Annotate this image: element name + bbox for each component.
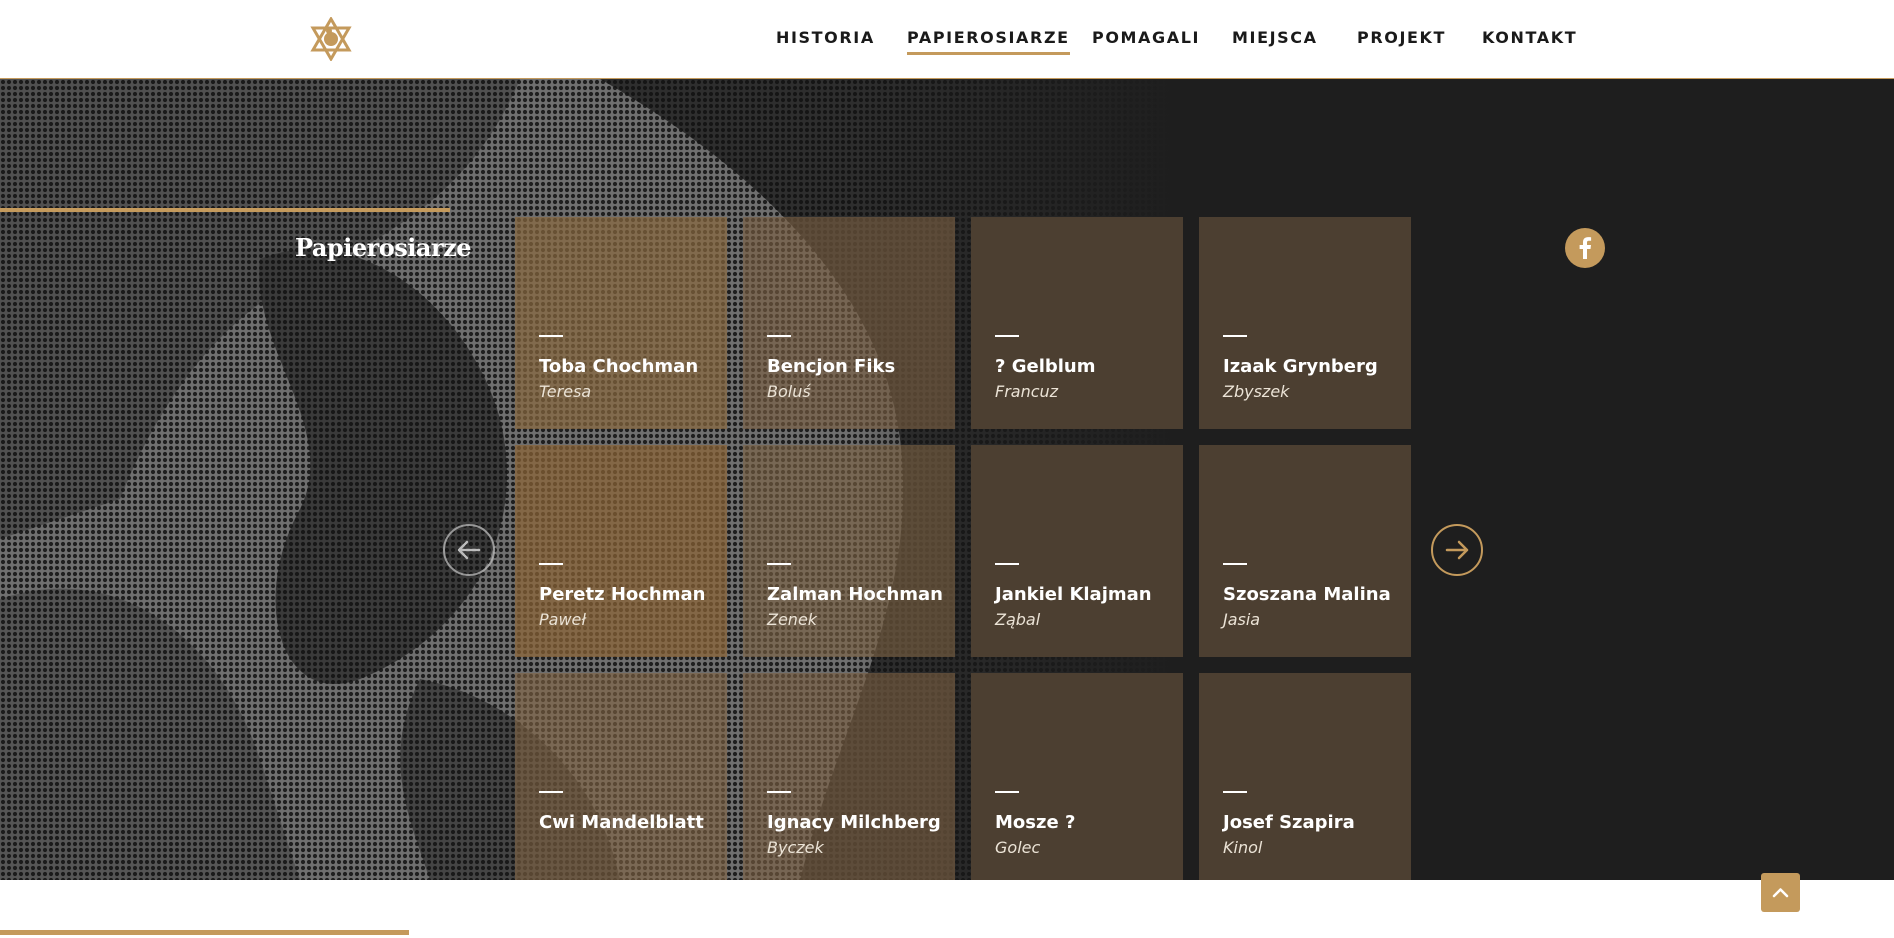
card-dash [539,335,563,337]
main-nav: HISTORIA PAPIEROSIARZE POMAGALI MIEJSCA … [0,28,1894,55]
facebook-icon[interactable] [1565,228,1605,268]
nav-miejsca[interactable]: MIEJSCA [1232,28,1318,47]
arrow-right-icon [1445,540,1469,560]
person-name: Toba Chochman [539,356,699,377]
person-name: Cwi Mandelblatt [539,812,704,833]
person-alias: Boluś [767,382,811,401]
person-alias: Francuz [995,382,1059,401]
person-name: Jankiel Klajman [995,584,1152,605]
person-card-grid: Toba Chochman Teresa Bencjon Fiks Boluś … [515,217,1413,880]
person-name: Mosze ? [995,812,1076,833]
person-name: Izaak Grynberg [1223,356,1378,377]
person-card[interactable]: ? Gelblum Francuz [971,217,1183,429]
title-accent-line [0,208,450,212]
card-dash [767,791,791,793]
nav-historia[interactable]: HISTORIA [776,28,875,47]
person-alias: Jasia [1223,610,1261,629]
person-alias: Zenek [767,610,818,629]
person-card[interactable]: Mosze ? Golec [971,673,1183,880]
back-to-top-button[interactable] [1761,873,1800,912]
card-dash [995,335,1019,337]
carousel-prev-button[interactable] [443,524,495,576]
person-alias: Zbyszek [1223,382,1290,401]
person-name: Ignacy Milchberg [767,812,941,833]
section-title: Papierosiarze [295,233,472,262]
person-card[interactable]: Cwi Mandelblatt [515,673,727,880]
card-dash [767,563,791,565]
card-dash [539,791,563,793]
person-alias: Golec [995,838,1041,857]
site-header: HISTORIA PAPIEROSIARZE POMAGALI MIEJSCA … [0,0,1894,79]
card-dash [1223,563,1247,565]
card-dash [767,335,791,337]
person-name: ? Gelblum [995,356,1096,377]
card-dash [1223,791,1247,793]
nav-projekt[interactable]: PROJEKT [1357,28,1446,47]
person-name: Szoszana Malina [1223,584,1391,605]
hero-section: Papierosiarze Toba Chochman Teresa Bencj… [0,79,1894,880]
person-card[interactable]: Zalman Hochman Zenek [743,445,955,657]
nav-pomagali[interactable]: POMAGALI [1092,28,1200,47]
person-card[interactable]: Izaak Grynberg Zbyszek [1199,217,1411,429]
carousel-next-button[interactable] [1431,524,1483,576]
card-dash [1223,335,1247,337]
person-card[interactable]: Bencjon Fiks Boluś [743,217,955,429]
person-card[interactable]: Ignacy Milchberg Byczek [743,673,955,880]
person-name: Bencjon Fiks [767,356,896,377]
person-card[interactable]: Toba Chochman Teresa [515,217,727,429]
nav-kontakt[interactable]: KONTAKT [1482,28,1577,47]
person-alias: Teresa [539,382,592,401]
person-name: Zalman Hochman [767,584,943,605]
person-alias: Ząbal [995,610,1041,629]
person-card[interactable]: Peretz Hochman Paweł [515,445,727,657]
person-alias: Kinol [1223,838,1263,857]
card-dash [539,563,563,565]
person-name: Peretz Hochman [539,584,706,605]
person-name: Josef Szapira [1223,812,1355,833]
person-alias: Paweł [539,610,586,629]
person-card[interactable]: Jankiel Klajman Ząbal [971,445,1183,657]
person-card[interactable]: Josef Szapira Kinol [1199,673,1411,880]
card-dash [995,563,1019,565]
chevron-up-icon [1772,888,1789,898]
card-dash [995,791,1019,793]
footer-accent-line [0,930,409,935]
person-card[interactable]: Szoszana Malina Jasia [1199,445,1411,657]
arrow-left-icon [457,540,481,560]
person-alias: Byczek [767,838,824,857]
nav-papierosiarze[interactable]: PAPIEROSIARZE [907,28,1070,55]
